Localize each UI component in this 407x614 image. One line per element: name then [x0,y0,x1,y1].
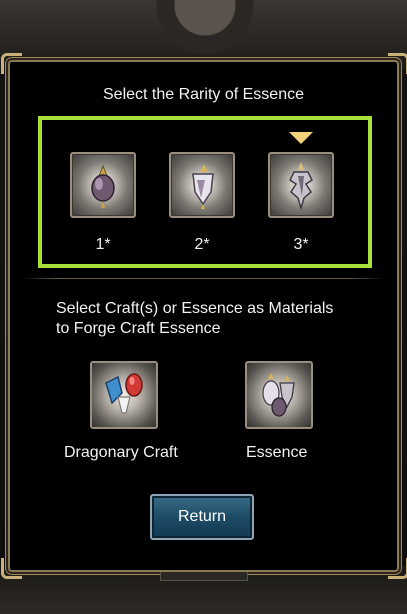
dragonary-craft-label: Dragonary Craft [64,444,178,461]
selected-rarity-indicator-icon [289,132,313,144]
rarity-slot-1star[interactable] [70,152,136,218]
frame-corner-top-left [1,53,22,74]
essence-label: Essence [246,444,308,461]
essence-button[interactable] [245,361,313,429]
essence-3star-icon [289,162,313,211]
section-divider [22,278,385,279]
return-button[interactable]: Return [150,494,254,540]
rarity-label-3star: 3* [293,236,309,253]
frame-corner-bottom-left [1,558,22,579]
materials-prompt-line-1: Select Craft(s) or Essence as Materials [56,300,334,317]
rarity-slot-2star[interactable] [169,152,235,218]
frame-corner-bottom-right [388,558,407,579]
materials-prompt-line-2: to Forge Craft Essence [56,320,221,337]
dragonary-craft-icon [105,373,143,414]
rarity-label-2star: 2* [194,236,210,253]
frame-corner-top-right [388,53,407,74]
rarity-label-1star: 1* [95,236,111,253]
dragonary-craft-button[interactable] [90,361,158,429]
panel-bottom-tab [160,572,248,581]
essence-icon [262,373,295,417]
rarity-title: Select the Rarity of Essence [103,86,304,103]
essence-1star-icon [91,164,115,208]
essence-2star-icon [192,164,214,209]
rarity-slot-3star[interactable] [268,152,334,218]
